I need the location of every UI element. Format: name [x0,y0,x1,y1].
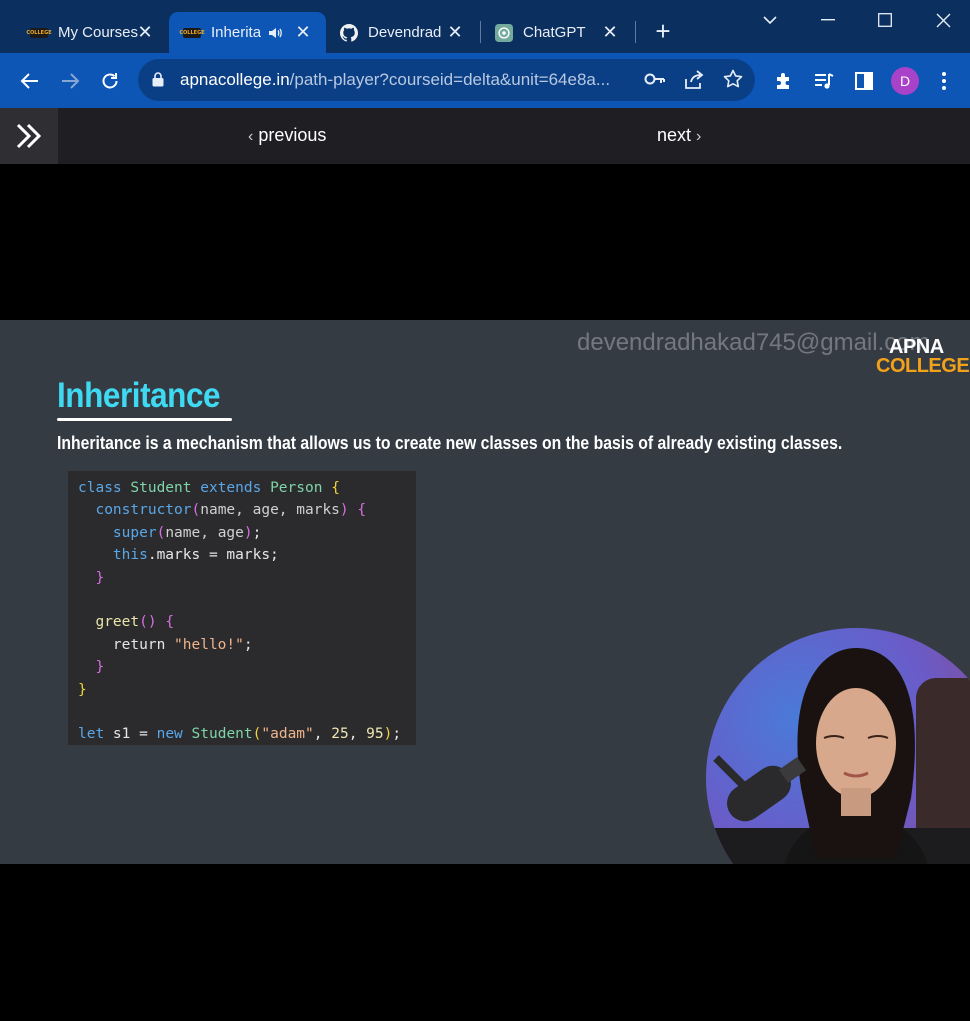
speaker-audio-icon[interactable] [267,25,283,41]
extensions-puzzle-icon[interactable] [770,67,798,95]
profile-avatar[interactable]: D [891,67,919,95]
code-line: return "hello!"; [78,636,253,653]
tab-title: ChatGPT [523,24,586,41]
new-tab-plus-icon[interactable]: + [651,18,675,44]
browser-tab-strip: COLLEGE My Courses ✕ COLLEGE Inherita ✕ … [0,0,970,53]
close-tab-icon[interactable]: ✕ [294,23,312,41]
code-line: class Student extends Person { [78,480,340,496]
tab-chatgpt[interactable]: ChatGPT ✕ [481,12,633,53]
reload-icon[interactable] [96,67,124,95]
lecture-slide: devendradhakad745@gmail.com APNA COLLEGE… [0,320,970,864]
close-tab-icon[interactable]: ✕ [136,23,154,41]
tab-search-chevron-down-icon[interactable] [758,8,782,32]
previous-label: previous [258,125,327,145]
lock-icon[interactable] [152,72,164,92]
instructor-webcam-overlay [706,628,970,864]
previous-button[interactable]: ‹ previous [248,125,326,146]
next-button[interactable]: next › [657,125,701,146]
bookmark-star-icon[interactable] [723,69,743,94]
title-underline [57,418,232,421]
slide-description: Inheritance is a mechanism that allows u… [57,433,843,453]
github-icon [340,23,358,42]
address-bar[interactable]: apnacollege.in/path-player?courseid=delt… [138,59,755,101]
code-line: } [95,659,105,676]
tab-github[interactable]: Devendrad ✕ [326,12,478,53]
code-line: greet() { [95,614,175,631]
url-path: /path-player?courseid=delta&unit=64e8a..… [289,70,611,89]
key-password-icon[interactable] [644,71,666,92]
apna-college-logo: APNA COLLEGE [876,337,970,377]
tab-title: Inherita [211,24,261,41]
chevron-left-icon: ‹ [248,128,254,145]
minimize-icon[interactable] [816,8,840,32]
chevron-right-icon: › [696,128,702,145]
next-label: next [657,125,692,145]
forward-arrow-icon[interactable] [56,67,84,95]
brand-line-2: COLLEGE [876,355,970,377]
media-playlist-icon[interactable] [810,67,838,95]
code-line: } [95,569,105,586]
chatgpt-icon [495,23,513,42]
more-menu-kebab-icon[interactable] [930,67,958,95]
back-arrow-icon[interactable] [16,67,44,95]
tab-separator [635,21,636,43]
code-line: super(name, age); [112,524,262,541]
browser-toolbar: apnacollege.in/path-player?courseid=delt… [0,53,970,108]
apna-college-favicon: COLLEGE [26,27,52,38]
tab-inheritance[interactable]: COLLEGE Inherita ✕ [169,12,326,53]
close-window-icon[interactable] [931,8,955,32]
url-domain: apnacollege.in [180,70,290,89]
code-line: let s1 = new Student("adam", 25, 95); [78,726,402,743]
code-line: this.marks = marks; [112,547,279,564]
share-icon[interactable] [683,70,705,95]
tab-title: My Courses [58,24,139,41]
code-line: constructor(name, age, marks) { [95,502,367,519]
apna-college-favicon: COLLEGE [179,27,205,38]
sidebar-toggle-double-chevron-icon[interactable] [0,108,58,164]
close-tab-icon[interactable]: ✕ [446,23,464,41]
url-text: apnacollege.in/path-player?courseid=delt… [180,70,610,90]
video-player[interactable]: devendradhakad745@gmail.com APNA COLLEGE… [0,164,970,1021]
close-tab-icon[interactable]: ✕ [601,23,619,41]
maximize-icon[interactable] [873,8,897,32]
tab-title: Devendrad [368,24,442,41]
code-line: } [78,681,87,698]
code-snippet: class Student extends Person { construct… [68,471,416,745]
tab-my-courses[interactable]: COLLEGE My Courses ✕ [16,12,168,53]
slide-title: Inheritance [57,376,221,415]
side-panel-icon[interactable] [850,67,878,95]
course-navigation-bar: ‹ previous next › [0,108,970,164]
